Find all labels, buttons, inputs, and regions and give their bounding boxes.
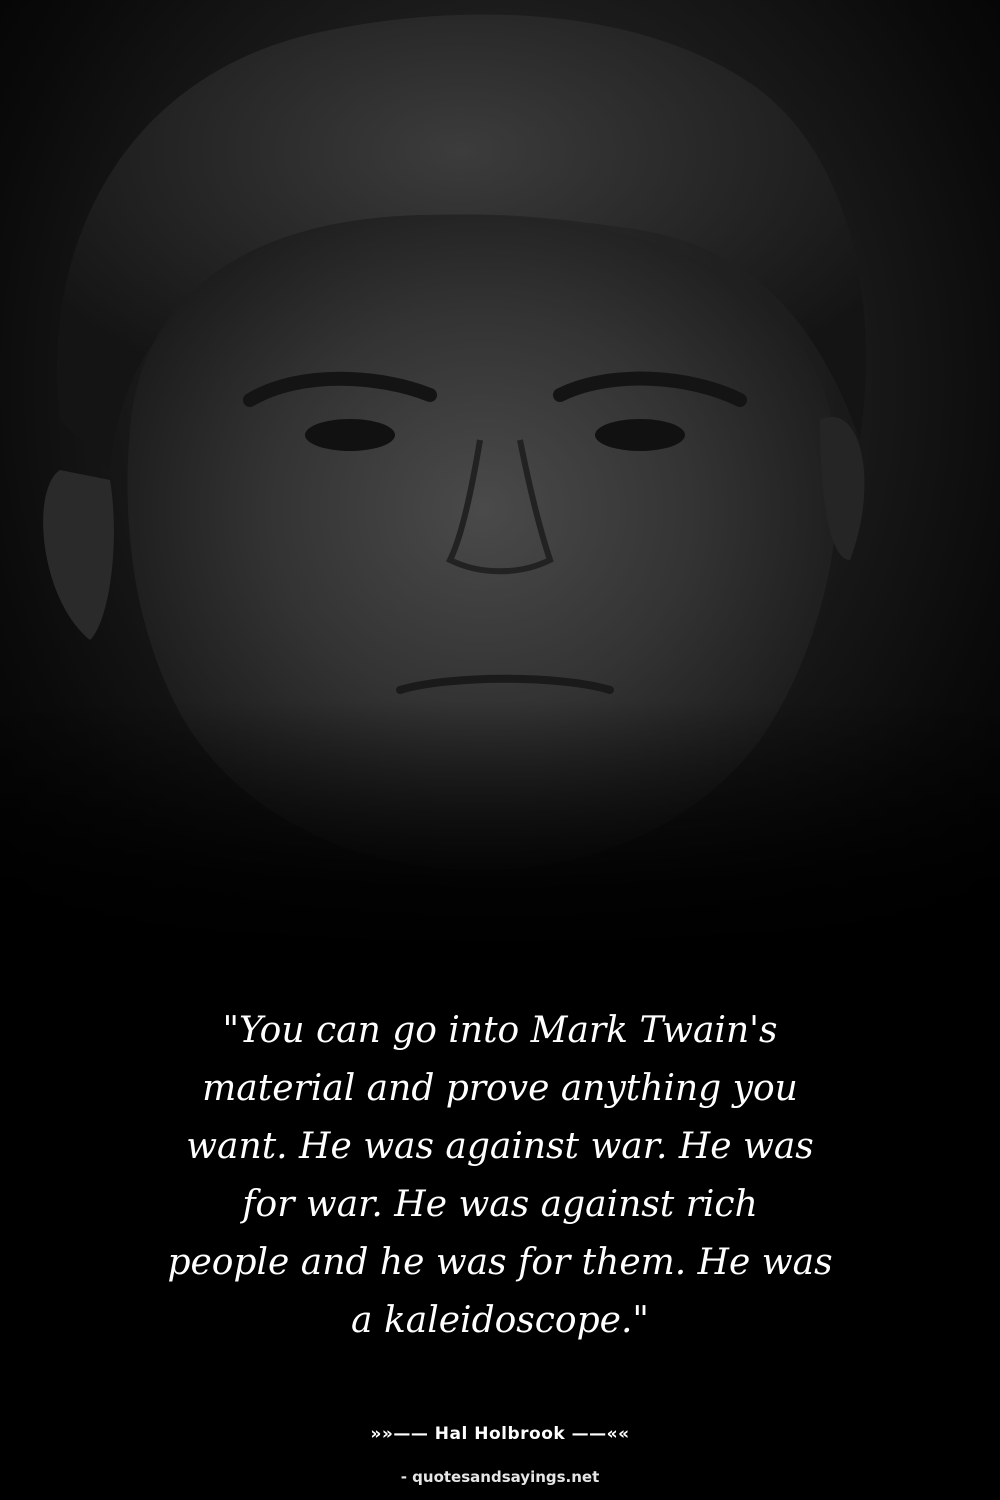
author-attribution: »»—— Hal Holbrook ——«« — [370, 1424, 630, 1444]
quote-line: a kaleidoscope." — [351, 1300, 649, 1341]
quote-line: "You can go into Mark Twain's — [222, 1010, 778, 1051]
quote-line: material and prove anything you — [202, 1068, 798, 1109]
portrait-fade-overlay — [0, 700, 1000, 960]
quote-line: people and he was for them. He was — [167, 1242, 833, 1283]
left-ear-shape — [43, 470, 114, 640]
portrait-photo — [0, 0, 1000, 960]
left-eye — [305, 419, 395, 451]
quote-line: want. He was against war. He was — [186, 1126, 814, 1167]
quote-line: for war. He was against rich — [242, 1184, 758, 1225]
right-eye — [595, 419, 685, 451]
source-website: - quotesandsayings.net — [400, 1468, 600, 1486]
quote-text: "You can go into Mark Twain's material a… — [100, 1002, 900, 1350]
